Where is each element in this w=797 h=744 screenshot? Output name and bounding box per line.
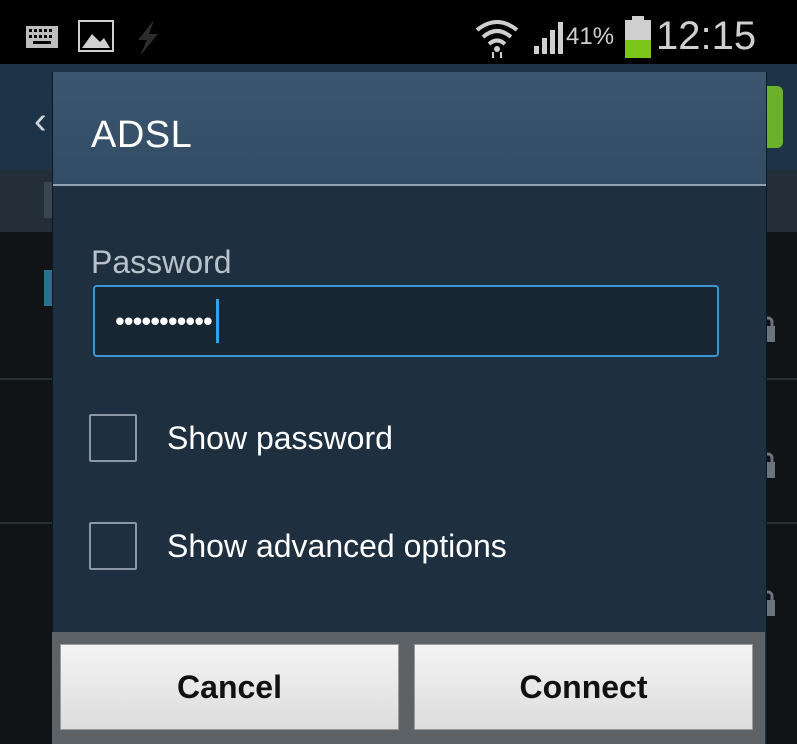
keyboard-icon bbox=[26, 26, 58, 48]
signal-icon bbox=[534, 22, 563, 54]
password-masked-text: ••••••••••• bbox=[115, 305, 213, 337]
usb-icon bbox=[138, 20, 158, 56]
show-password-checkbox[interactable] bbox=[89, 414, 137, 462]
status-bar: 41% 12:15 bbox=[0, 0, 797, 64]
connect-button[interactable]: Connect bbox=[414, 644, 753, 730]
show-advanced-row[interactable]: Show advanced options bbox=[89, 522, 649, 574]
cancel-button[interactable]: Cancel bbox=[60, 644, 399, 730]
password-input[interactable]: ••••••••••• bbox=[93, 285, 719, 357]
show-advanced-checkbox[interactable] bbox=[89, 522, 137, 570]
password-label: Password bbox=[91, 244, 232, 280]
battery-icon bbox=[625, 16, 651, 58]
clock: 12:15 bbox=[656, 14, 757, 58]
battery-percent: 41% bbox=[566, 23, 615, 50]
dialog-header: ADSL bbox=[53, 72, 766, 186]
back-arrow-icon: ‹ bbox=[34, 100, 47, 142]
dialog-title: ADSL bbox=[91, 114, 193, 156]
image-icon bbox=[78, 20, 114, 52]
show-password-row[interactable]: Show password bbox=[89, 414, 489, 466]
wifi-icon bbox=[475, 20, 519, 58]
text-cursor bbox=[215, 299, 219, 343]
password-value: ••••••••••• bbox=[115, 299, 219, 345]
show-advanced-label: Show advanced options bbox=[167, 528, 507, 564]
show-password-label: Show password bbox=[167, 420, 393, 456]
dialog-button-bar: Cancel Connect bbox=[52, 632, 765, 744]
